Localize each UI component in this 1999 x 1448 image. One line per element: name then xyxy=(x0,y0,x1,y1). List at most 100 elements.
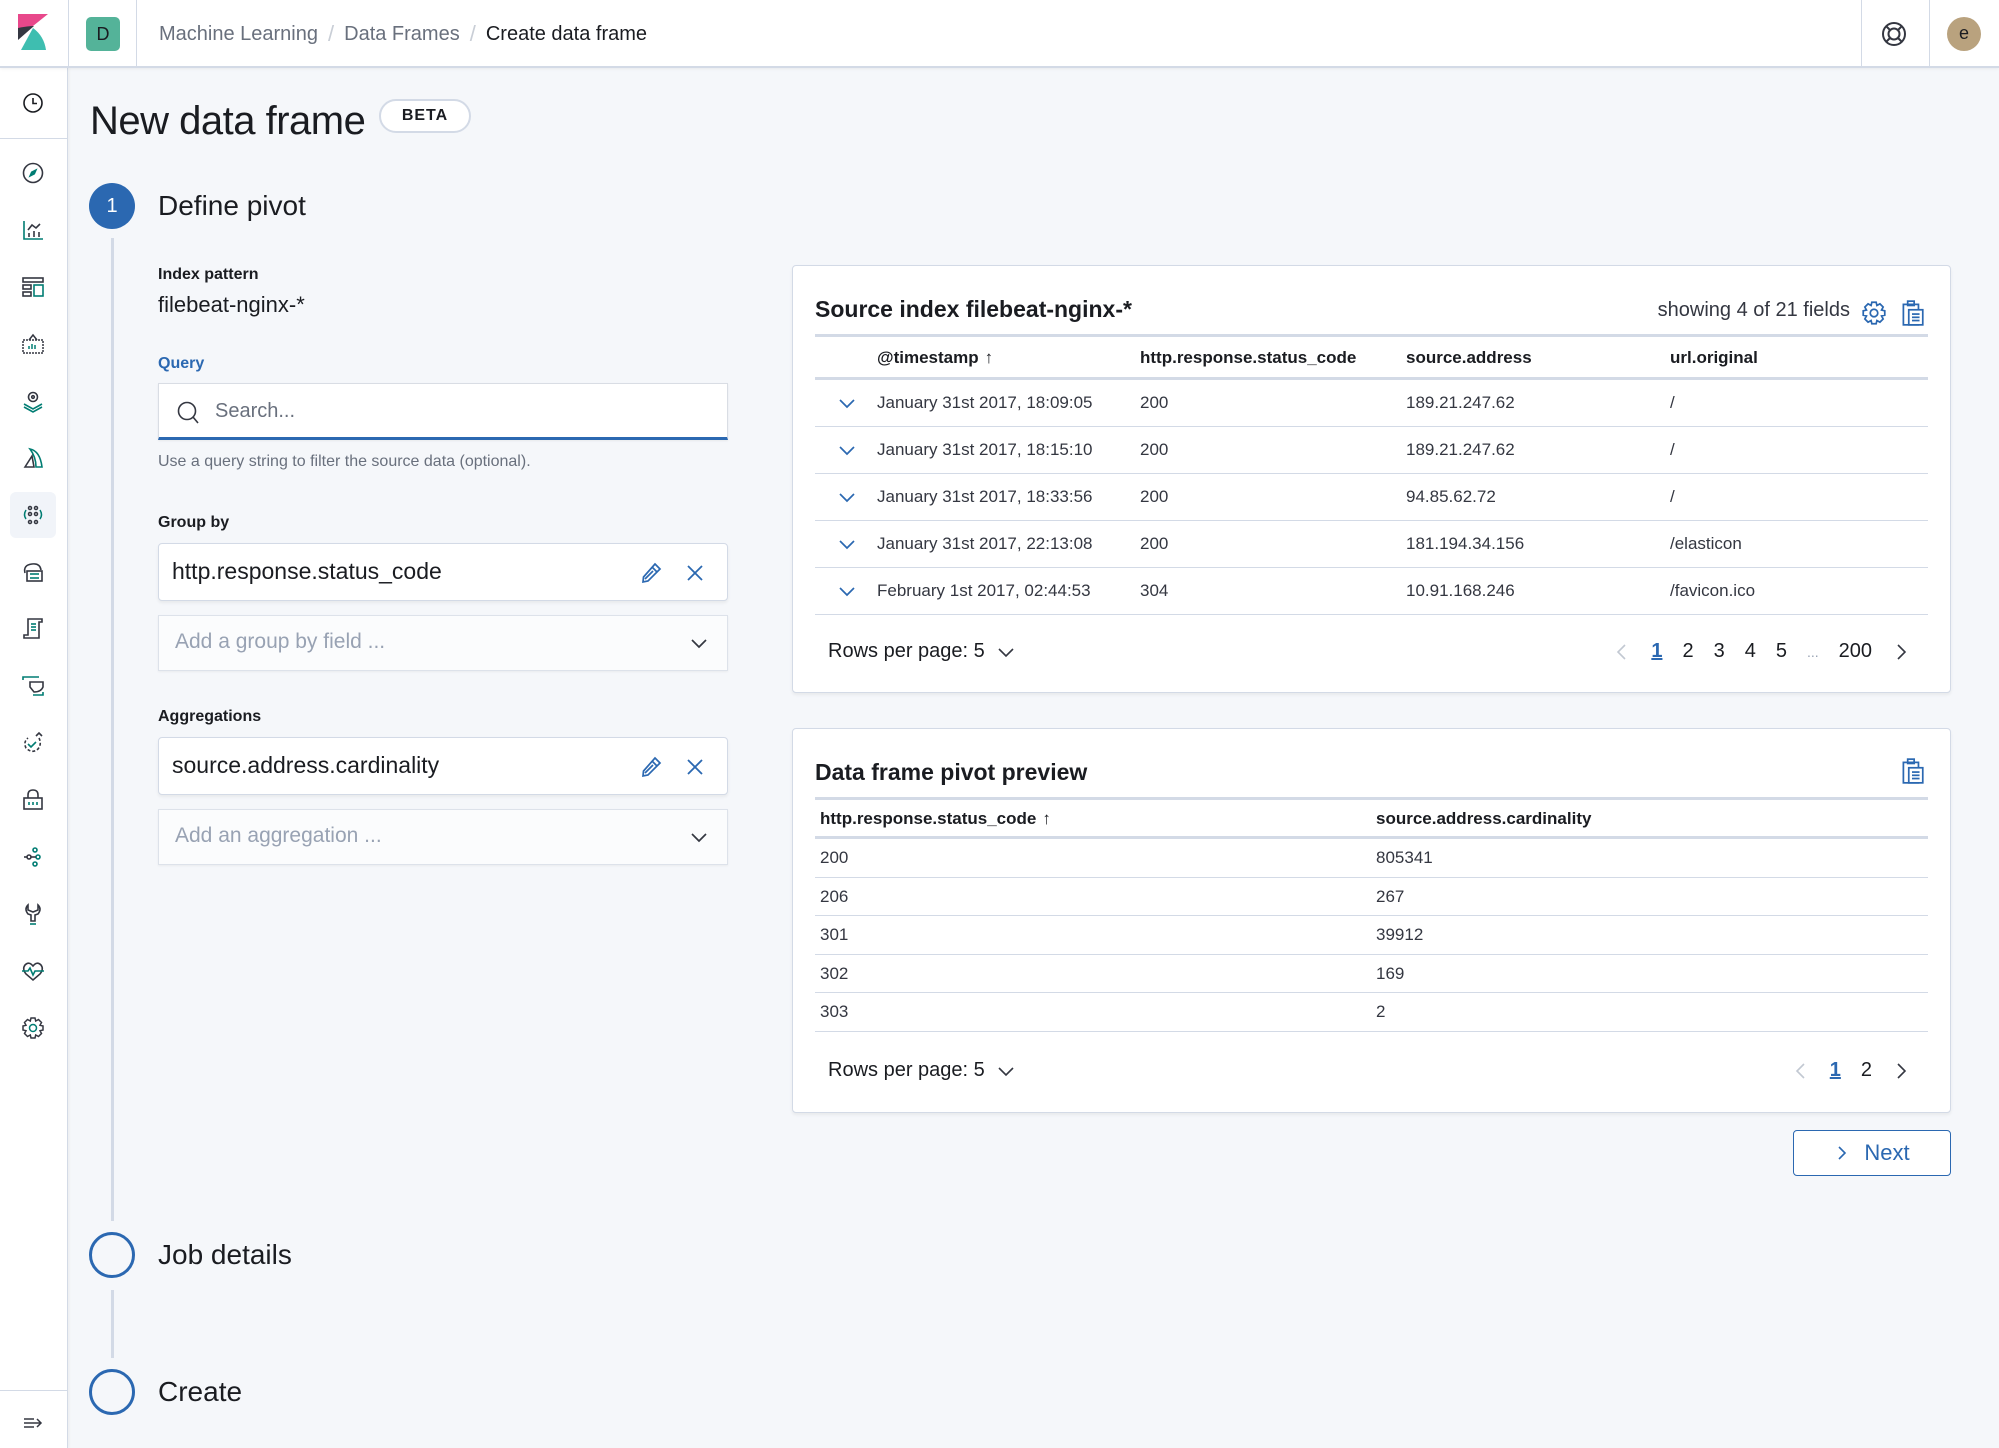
table-cell: 200 xyxy=(1140,393,1169,412)
chevron-right-icon[interactable] xyxy=(1892,1062,1910,1080)
table-cell: 10.91.168.246 xyxy=(1406,581,1515,600)
close-icon[interactable] xyxy=(685,563,705,583)
nav-collapse-button[interactable] xyxy=(10,1400,56,1446)
table-cell: 189.21.247.62 xyxy=(1406,393,1515,412)
index-pattern-label: Index pattern xyxy=(158,266,259,283)
nav-dev-tools[interactable] xyxy=(10,891,56,937)
table-cell: 206 xyxy=(820,886,849,906)
nav-dashboard[interactable] xyxy=(10,264,56,310)
nav-monitoring[interactable] xyxy=(10,948,56,994)
page-link-200[interactable]: 200 xyxy=(1839,640,1872,663)
nav-management[interactable] xyxy=(10,1005,56,1051)
aggregation-combobox[interactable]: Add an aggregation ... xyxy=(158,809,728,865)
column-header-timestamp[interactable]: @timestamp ↑ xyxy=(877,348,993,368)
column-header-status-code[interactable]: http.response.status_code xyxy=(1140,348,1356,368)
nav-siem[interactable] xyxy=(10,777,56,823)
expand-row-chevron-icon[interactable] xyxy=(837,534,857,554)
pencil-icon[interactable] xyxy=(639,561,663,585)
expand-row-chevron-icon[interactable] xyxy=(837,581,857,601)
clipboard-icon[interactable] xyxy=(1898,757,1926,785)
page-link-3[interactable]: 3 xyxy=(1714,640,1725,663)
nav-uptime[interactable] xyxy=(10,720,56,766)
close-icon[interactable] xyxy=(685,757,705,777)
expand-row-chevron-icon[interactable] xyxy=(837,440,857,460)
table-row: January 31st 2017, 22:13:08 200 181.194.34… xyxy=(815,521,1928,568)
group-by-combobox[interactable]: Add a group by field ... xyxy=(158,615,728,671)
query-search-field xyxy=(158,383,728,440)
chevron-right-icon[interactable] xyxy=(1892,643,1910,661)
gear-icon xyxy=(22,1017,44,1039)
page-link-1[interactable]: 1 xyxy=(1830,1059,1841,1082)
table-cell: / xyxy=(1670,487,1675,506)
query-help-text: Use a query string to filter the source … xyxy=(158,453,531,470)
page-ellipsis: ... xyxy=(1806,643,1819,660)
nav-graph[interactable] xyxy=(10,834,56,880)
column-header-url-original[interactable]: url.original xyxy=(1670,348,1758,368)
next-button[interactable]: Next xyxy=(1793,1130,1951,1176)
kibana-logo-icon[interactable] xyxy=(18,14,48,50)
expand-row-chevron-icon[interactable] xyxy=(837,487,857,507)
gear-icon[interactable] xyxy=(1860,299,1888,327)
table-cell: 189.21.247.62 xyxy=(1406,440,1515,459)
column-header-status-code[interactable]: http.response.status_code ↑ xyxy=(820,809,1051,829)
table-cell: January 31st 2017, 18:33:56 xyxy=(877,487,1093,506)
step-1-title: Define pivot xyxy=(158,190,306,221)
column-header-cardinality[interactable]: source.address.cardinality xyxy=(1376,809,1591,829)
clipboard-icon[interactable] xyxy=(1898,299,1926,327)
expand-row-chevron-icon[interactable] xyxy=(837,393,857,413)
step-connector xyxy=(111,1290,114,1358)
source-panel-title: Source index filebeat-nginx-* xyxy=(815,296,1132,322)
help-lifebuoy-icon[interactable] xyxy=(1880,20,1908,48)
nav-discover[interactable] xyxy=(10,150,56,196)
rows-per-page-button[interactable]: Rows per page: 5 xyxy=(828,640,1015,663)
table-cell: /favicon.ico xyxy=(1670,581,1756,600)
header-divider xyxy=(136,0,137,68)
table-cell: 302 xyxy=(820,963,849,983)
user-avatar[interactable]: e xyxy=(1947,17,1981,51)
nav-recently-viewed[interactable] xyxy=(10,80,56,126)
step-connector xyxy=(111,238,114,1221)
chevron-left-icon[interactable] xyxy=(1792,1062,1810,1080)
chevron-down-icon xyxy=(691,833,707,843)
nav-maps[interactable] xyxy=(10,378,56,424)
table-cell: 200 xyxy=(1140,534,1169,553)
compass-icon xyxy=(22,162,44,184)
header-divider xyxy=(1861,0,1862,68)
nav-infrastructure[interactable] xyxy=(10,549,56,595)
nav-logs[interactable] xyxy=(10,606,56,652)
nav-divider xyxy=(0,1390,68,1391)
column-header-source-address[interactable]: source.address xyxy=(1406,348,1532,368)
nav-timelion[interactable] xyxy=(10,435,56,481)
space-avatar[interactable]: D xyxy=(86,17,120,51)
canvas-icon xyxy=(22,333,44,354)
next-button-label: Next xyxy=(1864,1140,1910,1165)
page-link-2[interactable]: 2 xyxy=(1861,1059,1872,1082)
query-input[interactable] xyxy=(215,392,705,430)
breadcrumb: Machine Learning / Data Frames / Create … xyxy=(159,20,647,48)
collapse-menu-icon xyxy=(24,1418,43,1428)
preview-pagination: 1 2 xyxy=(1782,1059,1920,1082)
page-link-1[interactable]: 1 xyxy=(1651,640,1662,663)
preview-table-header: http.response.status_code ↑ source.addres… xyxy=(815,797,1928,839)
nav-canvas[interactable] xyxy=(10,321,56,367)
beta-badge: BETA xyxy=(379,99,471,133)
table-row: January 31st 2017, 18:15:10 200 189.21.247… xyxy=(815,427,1928,474)
page-link-5[interactable]: 5 xyxy=(1776,640,1787,663)
page-link-4[interactable]: 4 xyxy=(1745,640,1756,663)
table-cell: 169 xyxy=(1376,963,1405,983)
table-row: January 31st 2017, 18:09:05 200 189.21.247… xyxy=(815,380,1928,427)
breadcrumb-data-frames[interactable]: Data Frames xyxy=(344,20,460,48)
table-cell: /elasticon xyxy=(1670,534,1742,553)
aggregation-item-label: source.address.cardinality xyxy=(172,752,440,778)
nav-visualize[interactable] xyxy=(10,207,56,253)
rows-per-page-button[interactable]: Rows per page: 5 xyxy=(828,1059,1015,1082)
table-cell: 200 xyxy=(1140,440,1169,459)
logs-icon xyxy=(23,618,43,639)
nav-apm[interactable] xyxy=(10,663,56,709)
nav-machine-learning[interactable] xyxy=(10,492,56,538)
pencil-icon[interactable] xyxy=(639,755,663,779)
page-link-2[interactable]: 2 xyxy=(1682,640,1693,663)
table-cell: 181.194.34.156 xyxy=(1406,534,1525,553)
breadcrumb-machine-learning[interactable]: Machine Learning xyxy=(159,20,318,48)
chevron-left-icon[interactable] xyxy=(1613,643,1631,661)
